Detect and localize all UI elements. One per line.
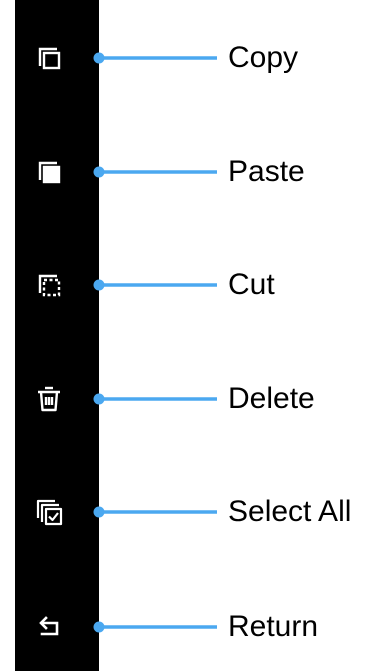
callout-connector [93, 393, 217, 405]
toolbar [15, 0, 99, 671]
callout-connector [93, 166, 217, 178]
callout-label-return: Return [228, 610, 319, 643]
select-all-icon[interactable] [33, 496, 65, 528]
cut-icon[interactable] [33, 269, 65, 301]
callout-row-return: Return [0, 597, 390, 657]
paste-icon[interactable] [33, 156, 65, 188]
callout-row-delete: Delete [0, 369, 390, 429]
delete-icon[interactable] [33, 383, 65, 415]
callout-row-paste: Paste [0, 142, 390, 202]
callout-label-select-all: Select All [228, 495, 352, 528]
callout-row-copy: Copy [0, 28, 390, 88]
callout-connector [93, 279, 217, 291]
callout-label-delete: Delete [228, 382, 315, 415]
callout-label-copy: Copy [228, 41, 299, 74]
return-icon[interactable] [33, 611, 65, 643]
callout-label-cut: Cut [228, 268, 275, 301]
copy-icon[interactable] [33, 42, 65, 74]
callout-connector [93, 621, 217, 633]
callout-row-select-all: Select All [0, 482, 390, 542]
callout-connector [93, 52, 217, 64]
callout-connector [93, 506, 217, 518]
callout-label-paste: Paste [228, 155, 305, 188]
callout-row-cut: Cut [0, 255, 390, 315]
